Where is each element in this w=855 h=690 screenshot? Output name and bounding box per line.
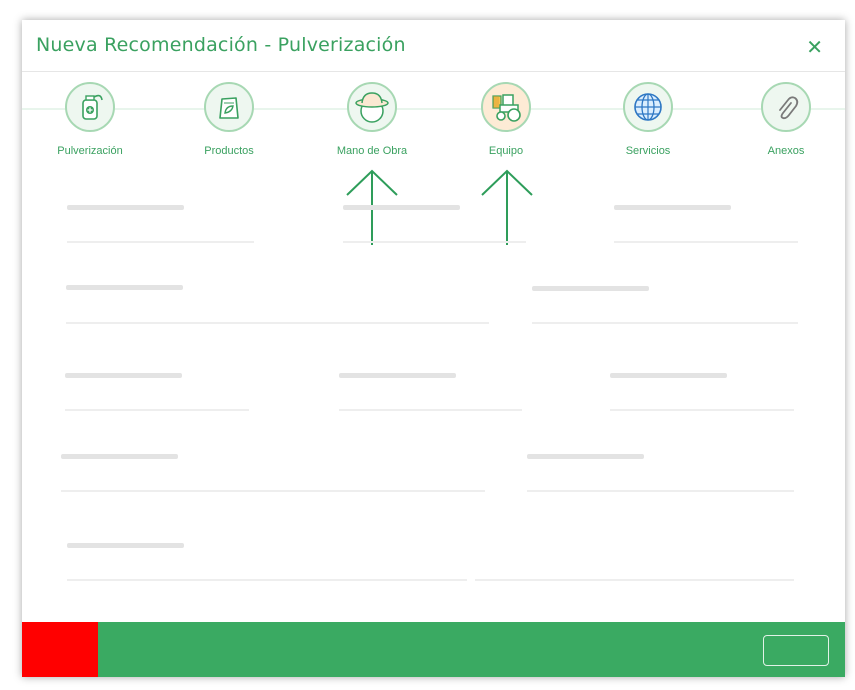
form-field-placeholder[interactable] (66, 322, 489, 324)
product-bag-icon (204, 82, 254, 132)
recommendation-modal: Nueva Recomendación - Pulverización ✕ Pu… (22, 20, 845, 677)
annotation-arrow-equipo (481, 169, 533, 245)
form-label-placeholder (65, 373, 182, 378)
form-field-placeholder[interactable] (475, 579, 794, 581)
form-field-placeholder[interactable] (527, 490, 794, 492)
form-field-placeholder[interactable] (67, 579, 467, 581)
form-label-placeholder (67, 543, 184, 548)
form-field-placeholder[interactable] (61, 490, 485, 492)
form-field-placeholder[interactable] (610, 409, 794, 411)
form-label-placeholder (61, 454, 178, 459)
step-label-productos: Productos (204, 145, 254, 157)
form-label-placeholder (527, 454, 644, 459)
step-anexos[interactable]: Anexos (731, 82, 841, 157)
form-label-placeholder (66, 285, 183, 290)
form-field-placeholder[interactable] (339, 409, 522, 411)
modal-footer (22, 622, 845, 677)
step-label-servicios: Servicios (625, 145, 671, 157)
form-label-placeholder (67, 205, 184, 210)
form-label-placeholder (610, 373, 727, 378)
form-field-placeholder[interactable] (65, 409, 249, 411)
footer-action-button[interactable] (763, 635, 829, 666)
paperclip-icon (761, 82, 811, 132)
step-mano-de-obra[interactable]: Mano de Obra (317, 82, 427, 157)
modal-title: Nueva Recomendación - Pulverización (36, 34, 406, 56)
form-field-placeholder[interactable] (343, 241, 526, 243)
step-label-anexos: Anexos (767, 145, 805, 157)
step-pulverizacion[interactable]: Pulverización (35, 82, 145, 157)
step-servicios[interactable]: Servicios (593, 82, 703, 157)
form-field-placeholder[interactable] (532, 322, 798, 324)
sprayer-icon (65, 82, 115, 132)
modal-header: Nueva Recomendación - Pulverización ✕ (22, 20, 845, 72)
globe-icon (623, 82, 673, 132)
redacted-red-button[interactable] (22, 622, 98, 677)
steps-progress-line (22, 108, 845, 110)
form-label-placeholder (343, 205, 460, 210)
form-label-placeholder (339, 373, 456, 378)
tractor-icon (481, 82, 531, 132)
step-label-mano-de-obra: Mano de Obra (336, 145, 408, 157)
step-label-equipo: Equipo (488, 145, 524, 157)
step-productos[interactable]: Productos (174, 82, 284, 157)
step-label-pulverizacion: Pulverización (57, 145, 123, 157)
farmer-hat-icon (347, 82, 397, 132)
step-equipo[interactable]: Equipo (451, 82, 561, 157)
close-button[interactable]: ✕ (806, 35, 823, 59)
form-label-placeholder (532, 286, 649, 291)
form-field-placeholder[interactable] (614, 241, 798, 243)
form-field-placeholder[interactable] (67, 241, 254, 243)
form-label-placeholder (614, 205, 731, 210)
